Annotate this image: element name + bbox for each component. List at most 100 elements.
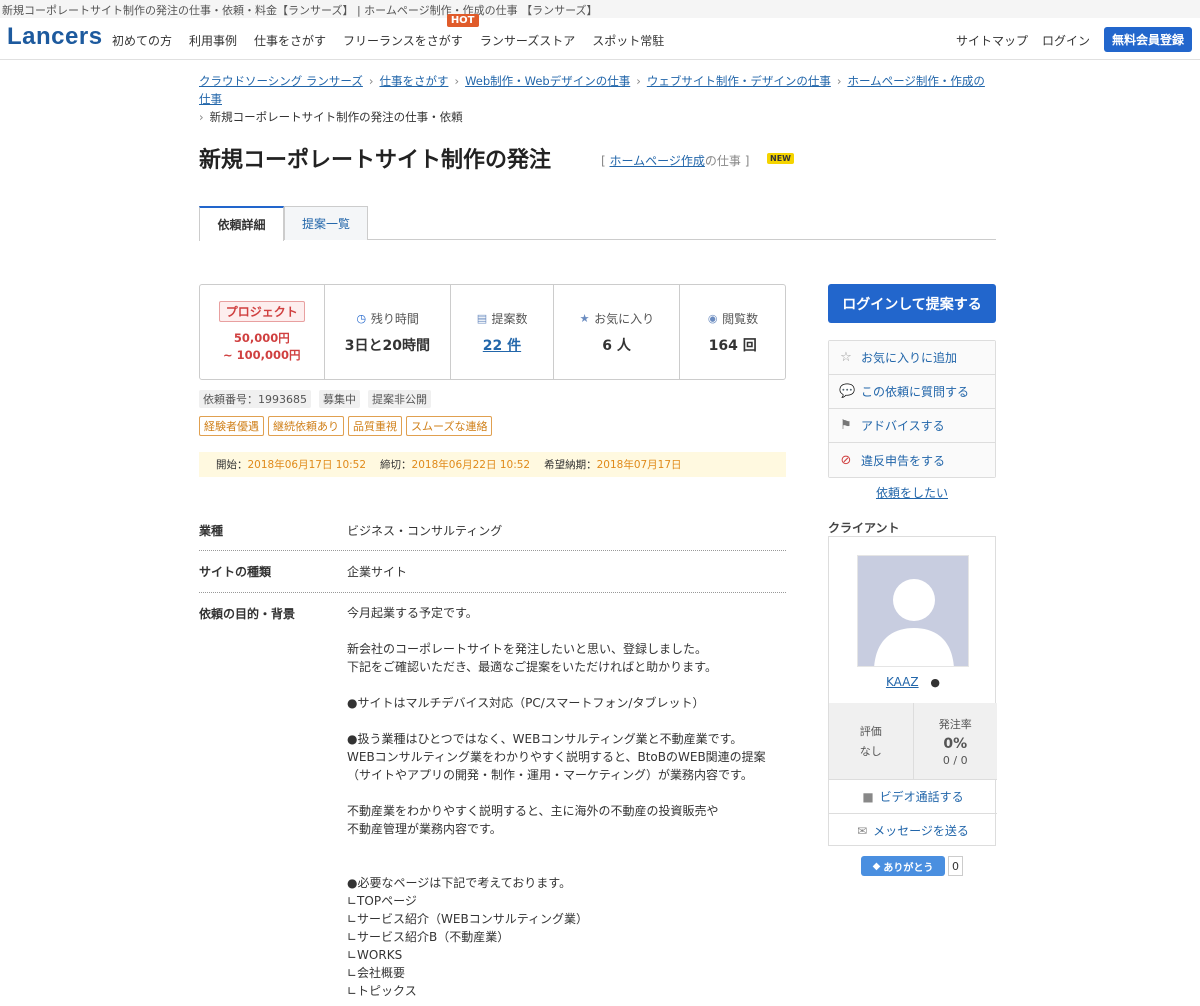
views-label: 閲覧数 [722, 311, 759, 326]
thanks-label: ありがとう [883, 862, 934, 874]
job-category: [ ホームページ作成の仕事 ] [601, 152, 749, 169]
detail-row-industry: 業種 ビジネス・コンサルティング [199, 522, 786, 551]
description-paragraph: ●サイトはマルチデバイス対応（PC/スマートフォン/タブレット） [347, 696, 705, 710]
proposals-count-link[interactable]: 22 件 [483, 335, 521, 355]
add-favorite-label: お気に入りに追加 [861, 351, 958, 365]
proposals-label: 提案数 [491, 311, 528, 326]
start-label: 開始： [216, 459, 248, 471]
description-paragraph: ●扱う業種はひとつではなく、WEBコンサルティング業と不動産業です。 WEBコン… [347, 732, 766, 782]
client-card: KAAZ ● 評価 なし 発注率 0% 0 / 0 ■ ビデオ通話する ✉ メッセー… [828, 536, 997, 847]
prohibited-icon: ⊘ [840, 452, 852, 468]
send-message-button[interactable]: ✉ メッセージを送る [829, 813, 997, 847]
avatar[interactable] [857, 555, 969, 667]
breadcrumb-link[interactable]: 仕事をさがす [379, 74, 448, 88]
login-propose-button[interactable]: ログインして提案する [828, 284, 996, 323]
site-type-value: 企業サイト [347, 565, 408, 579]
remaining-label: 残り時間 [370, 311, 419, 326]
feature-tag: 品質重視 [348, 416, 402, 436]
stat-proposals: ▤ 提案数 22 件 [451, 285, 554, 379]
category-link[interactable]: ホームページ作成 [610, 154, 705, 168]
video-call-button[interactable]: ■ ビデオ通話する [829, 779, 997, 813]
site-type-label: サイトの種類 [199, 565, 272, 579]
nav-find-jobs[interactable]: 仕事をさがす [254, 32, 326, 49]
client-name-link[interactable]: KAAZ [886, 675, 919, 689]
nav-store[interactable]: ランサーズストア HOT [446, 14, 575, 49]
breadcrumb-link[interactable]: Web制作・Webデザインの仕事 [465, 74, 630, 88]
industry-value: ビジネス・コンサルティング [347, 524, 503, 538]
description-paragraph: ●必要なページは下記で考えております。 ∟TOPページ ∟サービス紹介（WEBコ… [347, 876, 589, 998]
site-header: Lancers 初めての方 利用事例 仕事をさがす フリーランスをさがす ランサ… [0, 14, 1200, 60]
detail-row-site-type: サイトの種類 企業サイト [199, 563, 786, 593]
rating-cell: 評価 なし [829, 703, 914, 779]
chevron-right-icon: › [454, 74, 460, 88]
stat-budget: プロジェクト 50,000円 ~ 100,000円 [200, 285, 325, 379]
request-link[interactable]: 依頼をしたい [828, 484, 996, 501]
star-outline-icon: ☆ [840, 350, 852, 365]
video-camera-icon: ■ [862, 789, 874, 804]
favorites-value: 6 人 [602, 337, 631, 354]
description-paragraph: 新会社のコーポレートサイトを発注したいと思い、登録しました。 下記をご確認いただ… [347, 642, 717, 674]
chevron-right-icon: › [368, 74, 374, 88]
page-title: 新規コーポレートサイト制作の発注 [199, 148, 552, 173]
schedule-bar: 開始： 2018年06月17日 10:52 締切： 2018年06月22日 10… [199, 452, 786, 477]
feature-tag: 経験者優遇 [199, 416, 264, 436]
client-heading: クライアント [828, 521, 900, 535]
order-rate-label: 発注率 [938, 717, 972, 731]
advise-label: アドバイスする [861, 419, 945, 433]
client-name-row: KAAZ ● [829, 675, 997, 689]
views-value: 164 回 [708, 337, 757, 354]
report-button[interactable]: ⊘ 違反申告をする [829, 443, 995, 477]
industry-label: 業種 [199, 524, 224, 538]
tab-proposals[interactable]: 提案一覧 [284, 206, 368, 240]
diamond-icon: ◆ [872, 860, 881, 872]
report-label: 違反申告をする [861, 453, 946, 468]
lancers-logo[interactable]: Lancers [7, 23, 103, 51]
price-min: 50,000円 [233, 330, 290, 345]
detail-tabs: 依頼詳細 提案一覧 [199, 206, 996, 241]
job-stats: プロジェクト 50,000円 ~ 100,000円 ◷ 残り時間 3日と20時間 … [199, 284, 786, 380]
sitemap-link[interactable]: サイトマップ [956, 32, 1028, 49]
breadcrumb-current: 新規コーポレートサイト制作の発注の仕事・依頼 [209, 110, 463, 124]
client-ratings: 評価 なし 発注率 0% 0 / 0 [829, 703, 997, 779]
nav-find-freelancers[interactable]: フリーランスをさがす [343, 32, 463, 49]
register-button[interactable]: 無料会員登録 [1104, 27, 1192, 52]
nav-beginners[interactable]: 初めての方 [112, 32, 172, 49]
add-favorite-button[interactable]: ☆ お気に入りに追加 [829, 341, 995, 375]
feature-tag: スムーズな連絡 [406, 416, 493, 436]
video-call-label: ビデオ通話する [879, 790, 964, 804]
breadcrumb-link[interactable]: クラウドソーシング ランサーズ [199, 74, 363, 88]
thanks-count: 0 [948, 856, 963, 876]
send-message-label: メッセージを送る [873, 824, 969, 838]
deadline-date: 2018年06月22日 10:52 [411, 459, 531, 471]
ask-question-button[interactable]: 💬 この依頼に質問する [829, 375, 995, 409]
user-badge-icon: ● [930, 676, 941, 689]
clock-icon: ◷ [356, 311, 367, 325]
project-badge: プロジェクト [218, 300, 305, 322]
chevron-right-icon: › [836, 74, 842, 88]
nav-case-studies[interactable]: 利用事例 [189, 32, 237, 49]
window-title: 新規コーポレートサイト制作の発注の仕事・依頼・料金【ランサーズ】 | ホームペー… [0, 0, 1200, 18]
speech-bubble-icon: 💬 [839, 384, 856, 399]
document-icon: ▤ [476, 311, 488, 325]
stat-remaining: ◷ 残り時間 3日と20時間 [325, 285, 452, 379]
ask-question-label: この依頼に質問する [861, 385, 970, 399]
tab-details[interactable]: 依頼詳細 [199, 206, 284, 241]
envelope-icon: ✉ [857, 823, 868, 838]
default-user-icon [874, 579, 954, 666]
nav-spot[interactable]: スポット常駐 [592, 32, 664, 49]
status-badge: 募集中 [319, 390, 360, 408]
hot-badge: HOT [446, 14, 479, 27]
stat-views: ◉ 閲覧数 164 回 [680, 285, 785, 379]
main-nav: 初めての方 利用事例 仕事をさがす フリーランスをさがす ランサーズストア HOT… [112, 14, 681, 49]
new-badge: NEW [767, 153, 794, 164]
advise-button[interactable]: ⚑ アドバイスする [829, 409, 995, 443]
login-link[interactable]: ログイン [1042, 32, 1090, 49]
chevron-right-icon: › [199, 110, 204, 124]
remaining-value: 3日と20時間 [344, 337, 430, 354]
order-rate-value: 0% [943, 735, 968, 752]
budget-range: 50,000円 ~ 100,000円 [223, 330, 301, 364]
header-right-links: サイトマップ ログイン [956, 32, 1090, 49]
price-max: ~ 100,000円 [223, 347, 301, 362]
thanks-button[interactable]: ◆ ありがとう [861, 856, 945, 876]
breadcrumb-link[interactable]: ウェブサイト制作・デザインの仕事 [647, 74, 831, 88]
